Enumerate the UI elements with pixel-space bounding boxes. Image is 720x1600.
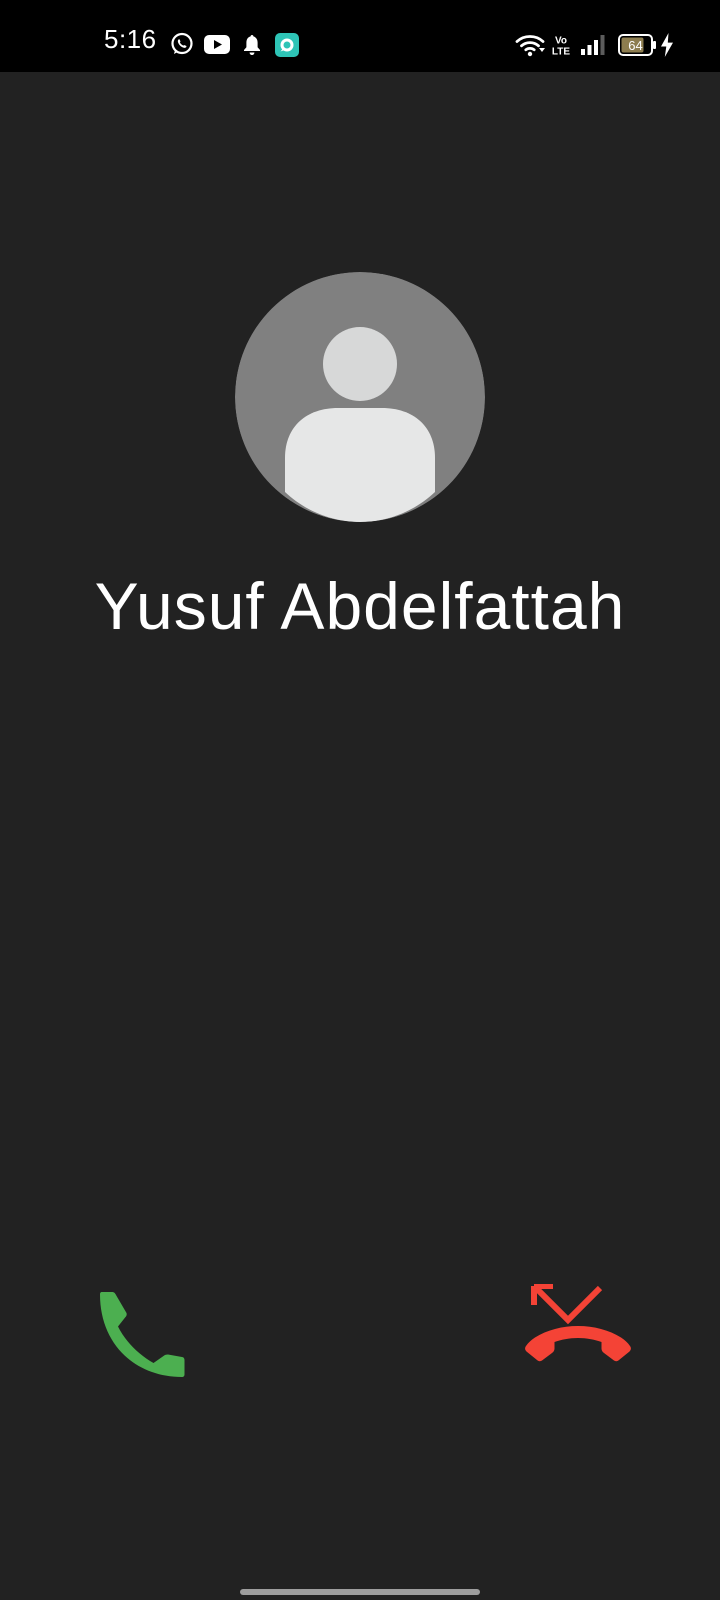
caller-avatar	[235, 272, 485, 522]
caller-name: Yusuf Abdelfattah	[94, 569, 626, 643]
volte-icon: Vo LTE	[552, 36, 570, 57]
wifi-icon	[515, 35, 545, 57]
phone-answer-icon	[100, 1292, 185, 1377]
volte-top-text: Vo	[555, 36, 567, 47]
answer-call-button[interactable]	[92, 1284, 200, 1392]
incoming-call-screen: 5:16 Vo LTE 64 Yusuf Abdelfattah	[0, 0, 720, 1600]
battery-level-text: 64	[628, 38, 642, 53]
battery-icon: 64	[618, 34, 656, 56]
signal-icon	[581, 35, 605, 55]
default-person-icon	[235, 272, 485, 522]
youtube-icon	[204, 35, 230, 54]
status-bar: 5:16 Vo LTE 64	[0, 0, 720, 72]
app-notification-icon	[275, 33, 299, 57]
phone-decline-icon	[525, 1283, 631, 1362]
home-indicator[interactable]	[240, 1589, 480, 1595]
status-time: 5:16	[104, 24, 157, 54]
decline-call-button[interactable]	[516, 1283, 640, 1392]
charging-icon	[661, 33, 673, 57]
bell-icon	[244, 35, 260, 55]
volte-bottom-text: LTE	[552, 47, 570, 57]
whatsapp-icon	[171, 32, 193, 55]
